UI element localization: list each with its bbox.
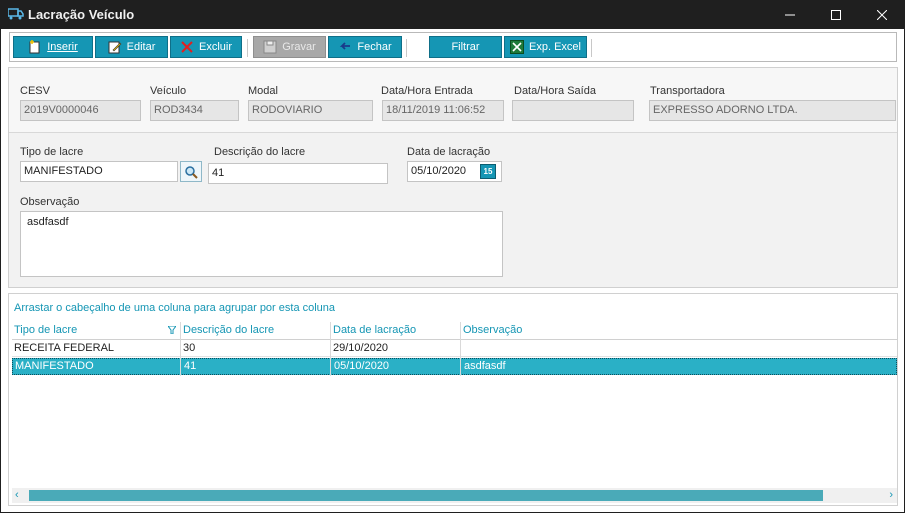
cell-observacao: asdfasdf: [464, 360, 506, 372]
scroll-left-icon[interactable]: ‹: [15, 489, 19, 501]
window-title: Lacração Veículo: [28, 7, 135, 22]
column-header-tipo[interactable]: Tipo de lacre: [12, 322, 180, 339]
horizontal-scrollbar[interactable]: ‹ ›: [12, 488, 897, 503]
scrollbar-thumb[interactable]: [29, 490, 823, 501]
maximize-button[interactable]: [813, 0, 859, 29]
minimize-icon: [785, 14, 795, 15]
group-by-hint: Arrastar o cabeçalho de uma coluna para …: [14, 302, 336, 314]
saida-field: [512, 100, 634, 121]
cell-data: 29/10/2020: [333, 342, 389, 354]
transportadora-label: Transportadora: [650, 85, 725, 97]
column-header-tipo-label: Tipo de lacre: [14, 324, 78, 336]
maximize-icon: [831, 9, 841, 20]
exp-excel-button[interactable]: Exp. Excel: [504, 36, 587, 58]
toolbar: Inserir Editar Excluir Gravar Fechar Fil…: [9, 32, 897, 62]
calendar-day: 15: [483, 167, 493, 176]
table-row[interactable]: RECEITA FEDERAL 30 29/10/2020: [12, 340, 897, 357]
scroll-right-icon[interactable]: ›: [889, 489, 893, 501]
filter-icon[interactable]: [167, 325, 177, 337]
excluir-label: Excluir: [198, 41, 232, 53]
filtrar-button[interactable]: Filtrar: [429, 36, 502, 58]
insert-icon: [28, 40, 42, 54]
minimize-button[interactable]: [767, 0, 813, 29]
cell-tipo: MANIFESTADO: [15, 360, 94, 372]
fechar-label: Fechar: [357, 41, 392, 53]
excel-icon: [510, 40, 525, 54]
table-row-selected[interactable]: MANIFESTADO 41 05/10/2020 asdfasdf: [12, 358, 897, 375]
column-header-observacao[interactable]: Observação: [461, 322, 897, 339]
cell-tipo: RECEITA FEDERAL: [14, 342, 115, 354]
edit-icon: [108, 40, 122, 54]
truck-icon: [7, 8, 24, 20]
veiculo-label: Veículo: [150, 85, 187, 97]
data-lacracao-label: Data de lacração: [407, 146, 491, 158]
save-icon: [263, 40, 277, 54]
data-lacracao-value: 05/10/2020: [411, 165, 467, 177]
delete-icon: [180, 40, 194, 54]
editar-button[interactable]: Editar: [95, 36, 168, 58]
descricao-lacre-label: Descrição do lacre: [214, 146, 306, 158]
descricao-lacre-field[interactable]: 41: [208, 163, 388, 184]
close-door-icon: [338, 40, 352, 54]
saida-label: Data/Hora Saída: [514, 85, 596, 97]
gravar-label: Gravar: [282, 41, 316, 53]
cesv-label: CESV: [20, 85, 50, 97]
gravar-button[interactable]: Gravar: [253, 36, 326, 58]
entrada-label: Data/Hora Entrada: [381, 85, 473, 97]
column-divider: [330, 322, 331, 376]
modal-label: Modal: [248, 85, 278, 97]
tipo-lacre-label: Tipo de lacre: [20, 146, 84, 158]
close-icon: [877, 9, 887, 20]
fechar-button[interactable]: Fechar: [328, 36, 402, 58]
column-divider: [180, 322, 181, 376]
search-tipo-button[interactable]: [180, 161, 202, 182]
inserir-button[interactable]: Inserir: [13, 36, 93, 58]
cell-data: 05/10/2020: [334, 360, 390, 372]
column-header-descricao[interactable]: Descrição do lacre: [181, 322, 330, 339]
observacao-field[interactable]: asdfasdf: [20, 211, 503, 277]
title-bar: Lacração Veículo: [0, 0, 905, 29]
toolbar-separator: [591, 39, 592, 57]
transportadora-field: EXPRESSO ADORNO LTDA.: [649, 100, 896, 121]
modal-field: RODOVIARIO: [248, 100, 373, 121]
excluir-button[interactable]: Excluir: [170, 36, 242, 58]
tipo-lacre-field[interactable]: MANIFESTADO: [20, 161, 178, 182]
toolbar-separator: [247, 39, 248, 57]
cell-observacao: [461, 340, 897, 357]
toolbar-separator: [406, 39, 407, 57]
entrada-field: 18/11/2019 11:06:52: [382, 100, 504, 121]
veiculo-field: ROD3434: [150, 100, 239, 121]
grid-panel: Arrastar o cabeçalho de uma coluna para …: [8, 293, 898, 506]
close-window-button[interactable]: [859, 0, 905, 29]
calendar-icon[interactable]: 15: [480, 164, 496, 179]
column-divider: [460, 322, 461, 376]
exp-excel-label: Exp. Excel: [529, 41, 581, 53]
form-panel: CESV 2019V0000046 Veículo ROD3434 Modal …: [8, 67, 898, 288]
cell-descricao: 30: [183, 342, 196, 354]
filtrar-label: Filtrar: [451, 41, 480, 53]
column-header-data[interactable]: Data de lacração: [331, 322, 460, 339]
observacao-label: Observação: [20, 196, 80, 208]
cell-descricao: 41: [184, 360, 197, 372]
editar-label: Editar: [126, 41, 156, 53]
inserir-label: Inserir: [47, 41, 78, 53]
client-area: Inserir Editar Excluir Gravar Fechar Fil…: [1, 29, 904, 512]
search-icon: [185, 165, 198, 179]
cesv-field: 2019V0000046: [20, 100, 141, 121]
